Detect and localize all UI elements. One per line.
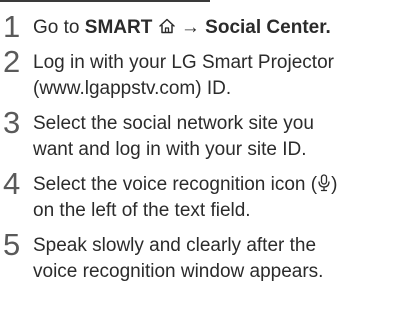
home-icon: [158, 17, 176, 35]
step-1: 1 Go to SMART → Social Center.: [0, 10, 408, 44]
step-text-line-1: Speak slowly and clearly after the: [33, 235, 317, 256]
step-number: 2: [3, 44, 21, 79]
step-prefix: Go to: [33, 17, 80, 38]
step-number: 1: [3, 9, 21, 44]
step-2: 2 Log in with your LG Smart Projector (w…: [0, 45, 408, 102]
step-3: 3 Select the social network site you wan…: [0, 106, 408, 163]
step-text-line-1: Log in with your LG Smart Projector: [33, 52, 334, 73]
step-number: 4: [3, 166, 21, 201]
step-text-line-1: Select the social network site you: [33, 113, 314, 134]
top-divider: [0, 0, 210, 2]
step-text-line-2: want and log in with your site ID.: [33, 139, 307, 160]
smart-label: SMART: [84, 17, 153, 38]
step-text-line-1: Select the voice recognition icon (): [33, 172, 408, 198]
step-text-line-2: (www.lgappstv.com) ID.: [33, 78, 232, 99]
step-text-before-icon: Select the voice recognition icon (: [33, 174, 318, 195]
step-text: Go to SMART → Social Center.: [33, 15, 408, 41]
step-text-after-icon: ): [331, 174, 338, 195]
step-4: 4 Select the voice recognition icon () o…: [0, 167, 408, 224]
microphone-icon: [317, 174, 331, 192]
step-number: 3: [3, 105, 21, 140]
instruction-steps: 1 Go to SMART → Social Center. 2 Log in …: [0, 10, 408, 294]
step-text-line-2: on the left of the text field.: [33, 200, 251, 221]
step-text-line-2: voice recognition window appears.: [33, 261, 324, 282]
step-number: 5: [3, 227, 21, 262]
social-center-label: Social Center.: [205, 17, 331, 38]
step-5: 5 Speak slowly and clearly after the voi…: [0, 228, 408, 285]
arrow-glyph: →: [180, 17, 200, 38]
